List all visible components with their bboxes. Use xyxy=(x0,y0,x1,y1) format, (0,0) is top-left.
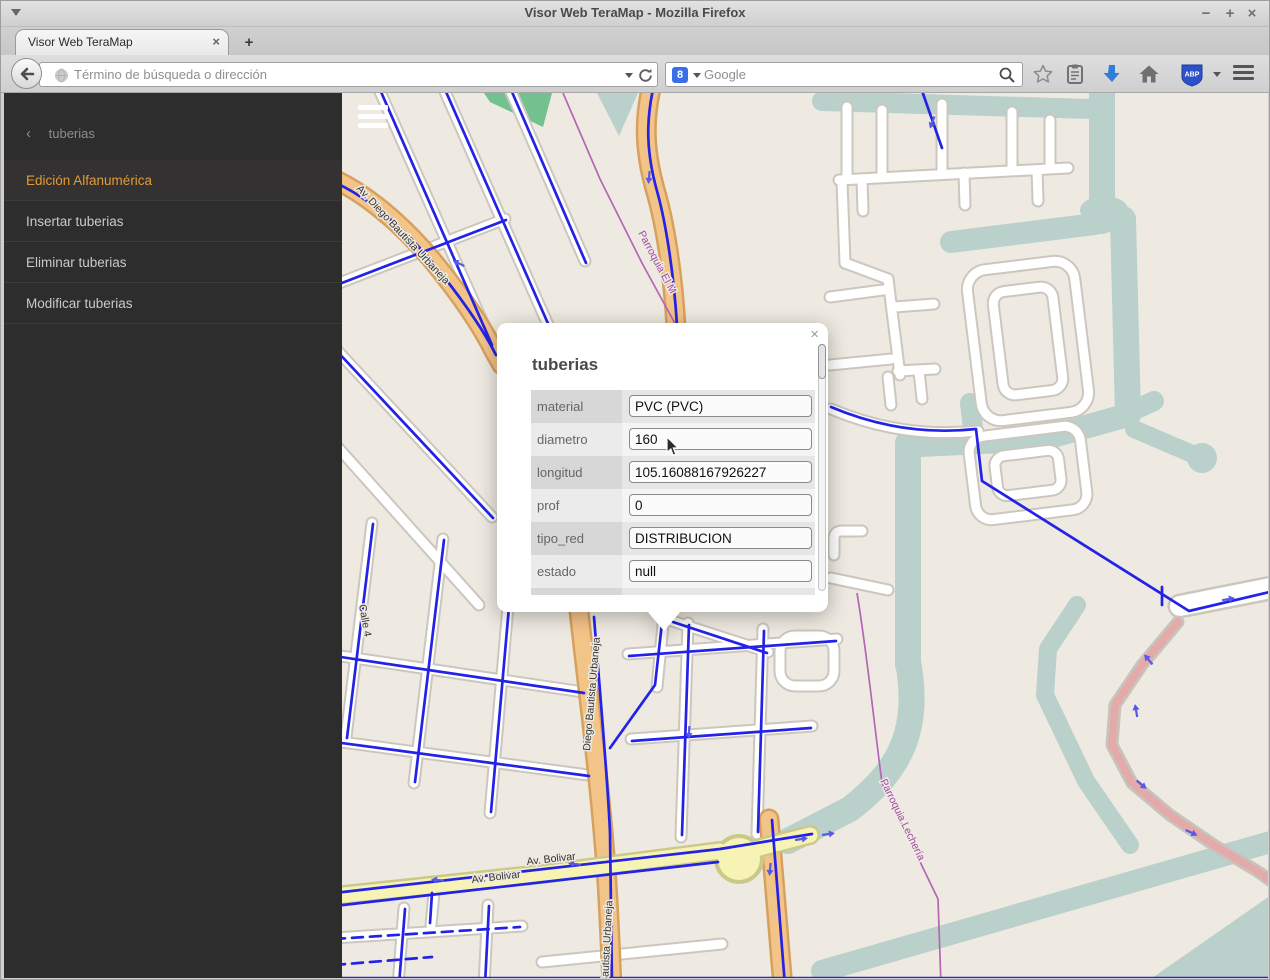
longitud-field[interactable] xyxy=(629,461,812,483)
search-dropdown-icon[interactable] xyxy=(693,73,701,78)
minimize-button[interactable]: − xyxy=(1195,3,1217,25)
browser-window: Visor Web TeraMap - Mozilla Firefox − + … xyxy=(0,0,1270,980)
home-icon[interactable] xyxy=(1138,63,1160,85)
popup-close-icon[interactable]: × xyxy=(810,326,819,343)
diametro-field[interactable] xyxy=(629,428,812,450)
sidebar-header[interactable]: ‹ tuberias xyxy=(4,93,342,160)
prof-field[interactable] xyxy=(629,494,812,516)
tab-close-icon[interactable]: × xyxy=(212,34,220,49)
new-tab-button[interactable]: + xyxy=(237,33,261,53)
window-title: Visor Web TeraMap - Mozilla Firefox xyxy=(524,5,746,20)
field-label-diametro: diametro xyxy=(531,423,622,456)
navigation-toolbar: Término de búsqueda o dirección 8 Google xyxy=(1,55,1269,93)
reload-icon[interactable] xyxy=(637,67,654,84)
sidebar-item-modificar-tuberias[interactable]: Modificar tuberias xyxy=(4,283,342,324)
url-input[interactable]: Término de búsqueda o dirección xyxy=(74,67,267,82)
map-canvas[interactable]: Av. Diego Bautista Urbaneja Calle 4 Av. … xyxy=(342,93,1268,978)
search-engine-icon[interactable]: 8 xyxy=(672,67,688,83)
popup-title: tuberias xyxy=(532,355,599,374)
tab-visor-web-teramap[interactable]: Visor Web TeraMap × xyxy=(15,29,229,55)
window-titlebar: Visor Web TeraMap - Mozilla Firefox − + … xyxy=(1,1,1269,27)
estado-field[interactable] xyxy=(629,560,812,582)
material-field[interactable] xyxy=(629,395,812,417)
globe-icon xyxy=(55,68,68,83)
table-row: tipo_red xyxy=(531,522,815,555)
menu-icon[interactable] xyxy=(1233,65,1254,83)
adblock-icon[interactable]: ABP xyxy=(1179,63,1205,87)
sidebar-item-eliminar-tuberias[interactable]: Eliminar tuberias xyxy=(4,242,342,283)
field-label-longitud: longitud xyxy=(531,456,622,489)
table-row: material xyxy=(531,390,815,423)
field-label-prof: prof xyxy=(531,489,622,522)
feature-popup-wrap: × tuberias material diametro longitud xyxy=(497,323,828,631)
table-row: estado xyxy=(531,555,815,588)
field-label-estado: estado xyxy=(531,555,622,588)
tipo-red-field[interactable] xyxy=(629,527,812,549)
back-chevron-icon[interactable]: ‹ xyxy=(26,125,31,142)
field-label-tipo-red: tipo_red xyxy=(531,522,622,555)
bookmark-star-icon[interactable] xyxy=(1032,63,1054,85)
tab-bar: Visor Web TeraMap × + xyxy=(1,27,1269,55)
mouse-cursor xyxy=(666,436,680,457)
search-bar[interactable]: 8 Google xyxy=(665,62,1023,87)
tab-title: Visor Web TeraMap xyxy=(28,35,133,49)
popup-tail xyxy=(647,611,681,631)
url-dropdown-icon[interactable] xyxy=(625,73,633,78)
feature-popup: × tuberias material diametro longitud xyxy=(497,323,828,612)
popup-attribute-table: material diametro longitud prof xyxy=(531,390,815,595)
sidebar: ‹ tuberias Edición Alfanumérica Insertar… xyxy=(4,93,342,978)
bookmarks-clipboard-icon[interactable] xyxy=(1064,63,1086,85)
table-row: prof xyxy=(531,489,815,522)
search-icon[interactable] xyxy=(998,66,1016,84)
close-button[interactable]: × xyxy=(1241,3,1263,25)
svg-text:ABP: ABP xyxy=(1185,72,1200,79)
search-input[interactable]: Google xyxy=(704,67,746,82)
sidebar-item-edicion-alfanumerica[interactable]: Edición Alfanumérica xyxy=(4,160,342,201)
back-arrow-icon xyxy=(20,67,35,81)
url-bar[interactable]: Término de búsqueda o dirección xyxy=(39,62,658,87)
table-row-partial xyxy=(531,588,815,595)
sidebar-item-insertar-tuberias[interactable]: Insertar tuberias xyxy=(4,201,342,242)
sidebar-header-label: tuberias xyxy=(48,126,95,141)
map-sidebar-toggle-icon[interactable] xyxy=(358,105,390,132)
page-content: ‹ tuberias Edición Alfanumérica Insertar… xyxy=(1,93,1269,979)
table-row: longitud xyxy=(531,456,815,489)
popup-scrollbar-thumb[interactable] xyxy=(818,344,826,379)
adblock-dropdown-icon[interactable] xyxy=(1213,72,1221,77)
field-label-material: material xyxy=(531,390,622,423)
popup-scrollbar-track[interactable] xyxy=(818,344,826,591)
back-button[interactable] xyxy=(11,58,42,89)
maximize-button[interactable]: + xyxy=(1219,3,1241,25)
downloads-icon[interactable] xyxy=(1101,63,1123,85)
